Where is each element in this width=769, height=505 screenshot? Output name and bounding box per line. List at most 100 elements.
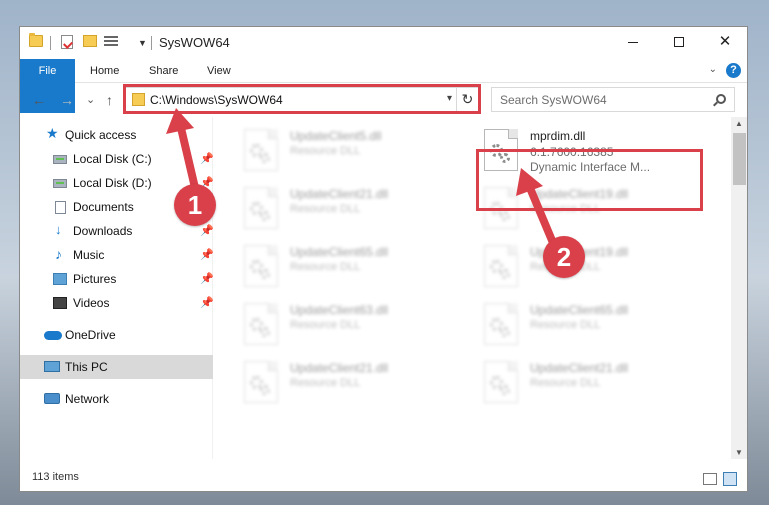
close-button[interactable]: ✕ <box>702 27 747 59</box>
file-name: mprdim.dll <box>530 129 586 143</box>
dll-file-icon <box>244 245 278 287</box>
file-name: UpdateClient21.dll <box>530 361 629 375</box>
vertical-scrollbar[interactable]: ▲ ▼ <box>731 117 747 459</box>
step-badge-2: 2 <box>543 236 585 278</box>
scroll-down-icon[interactable]: ▼ <box>735 448 743 457</box>
sidebar-item-label: Local Disk (D:) <box>73 176 152 190</box>
properties-icon[interactable] <box>61 35 73 49</box>
file-name: UpdateClient65.dll <box>530 303 629 317</box>
tab-share[interactable]: Share <box>149 59 178 83</box>
sidebar-item-network[interactable]: Network <box>20 387 213 411</box>
file-name: UpdateClient21.dll <box>290 361 389 375</box>
sidebar-item-this-pc[interactable]: This PC <box>20 355 213 379</box>
pictures-icon <box>53 273 67 285</box>
maximize-icon <box>674 37 684 48</box>
back-button[interactable]: ← <box>32 92 46 108</box>
file-item[interactable]: UpdateClient21.dll Resource DLL <box>478 357 708 411</box>
tab-view[interactable]: View <box>207 59 231 83</box>
new-folder-icon[interactable] <box>83 35 97 47</box>
sidebar-item-local-disk-c[interactable]: Local Disk (C:) 📌 <box>20 147 214 171</box>
sidebar-item-label: OneDrive <box>65 328 116 342</box>
sidebar-item-label: Videos <box>73 296 110 310</box>
title-bar: ▼ SysWOW64 ✕ <box>20 27 747 59</box>
window-title: SysWOW64 <box>159 35 230 50</box>
title-separator <box>50 36 51 50</box>
file-type: Resource DLL <box>290 377 361 389</box>
file-list: UpdateClient5.dll Resource DLL mprdim.dl… <box>214 117 731 459</box>
details-view-icon[interactable] <box>703 473 717 485</box>
file-highlight-box <box>476 149 703 211</box>
tab-home[interactable]: Home <box>90 59 119 83</box>
sidebar-item-label: Network <box>65 392 110 406</box>
scrollbar-thumb[interactable] <box>733 133 746 185</box>
step-badge-1: 1 <box>174 184 216 226</box>
cloud-icon <box>44 331 62 340</box>
file-name: UpdateClient21.dll <box>290 187 389 201</box>
network-icon <box>44 393 60 404</box>
file-item[interactable]: UpdateClient19.dll Resource DLL <box>478 241 708 295</box>
sidebar-item-pictures[interactable]: Pictures 📌 <box>20 267 214 291</box>
sidebar-item-videos[interactable]: Videos 📌 <box>20 291 214 315</box>
file-name: UpdateClient63.dll <box>290 303 389 317</box>
music-icon: ♪ <box>55 246 62 262</box>
sidebar-item-label: Documents <box>73 200 134 214</box>
file-item[interactable]: UpdateClient21.dll Resource DLL <box>238 183 468 237</box>
search-icon[interactable] <box>716 94 726 104</box>
dll-file-icon <box>244 129 278 171</box>
sidebar-item-label: Local Disk (C:) <box>73 152 152 166</box>
pin-icon[interactable]: 📌 <box>200 296 214 309</box>
title-separator <box>151 36 152 50</box>
search-placeholder: Search SysWOW64 <box>500 93 607 107</box>
file-type: Resource DLL <box>290 203 361 215</box>
file-item[interactable]: UpdateClient65.dll Resource DLL <box>238 241 468 295</box>
file-type: Resource DLL <box>290 261 361 273</box>
expand-ribbon-chevron-icon[interactable]: ⌄ <box>709 64 717 75</box>
close-icon: ✕ <box>718 33 732 50</box>
sidebar-item-quick-access[interactable]: ★ Quick access <box>20 123 213 147</box>
sidebar-item-music[interactable]: ♪ Music 📌 <box>20 243 214 267</box>
file-type: Resource DLL <box>290 145 361 157</box>
file-name: UpdateClient65.dll <box>290 245 389 259</box>
documents-icon <box>55 201 66 214</box>
help-icon[interactable]: ? <box>726 63 741 78</box>
ribbon-tabs: File Home Share View ⌄ ? <box>20 59 747 113</box>
forward-button[interactable]: → <box>60 92 74 108</box>
file-item[interactable]: UpdateClient63.dll Resource DLL <box>238 299 468 353</box>
scroll-up-icon[interactable]: ▲ <box>735 119 743 128</box>
disk-icon <box>53 155 67 164</box>
navigation-pane: ★ Quick access Local Disk (C:) 📌 Local D… <box>20 117 214 459</box>
file-item[interactable]: UpdateClient5.dll Resource DLL <box>238 125 468 179</box>
sidebar-item-onedrive[interactable]: OneDrive <box>20 323 213 347</box>
pin-icon[interactable]: 📌 <box>200 224 214 237</box>
dll-file-icon <box>244 187 278 229</box>
file-name: UpdateClient5.dll <box>290 129 382 143</box>
explorer-window: ▼ SysWOW64 ✕ File Home Share View ⌄ ? ← … <box>19 26 748 492</box>
sidebar-item-label: This PC <box>65 360 108 374</box>
dll-file-icon <box>244 361 278 403</box>
dll-file-icon <box>484 303 518 345</box>
star-icon: ★ <box>46 125 59 141</box>
maximize-button[interactable] <box>656 27 702 59</box>
pin-icon[interactable]: 📌 <box>200 248 214 261</box>
status-bar: 113 items <box>20 465 747 491</box>
file-item[interactable]: UpdateClient21.dll Resource DLL <box>238 357 468 411</box>
file-item[interactable]: UpdateClient65.dll Resource DLL <box>478 299 708 353</box>
pin-icon[interactable]: 📌 <box>200 272 214 285</box>
minimize-button[interactable] <box>610 27 656 59</box>
file-type: Resource DLL <box>530 377 601 389</box>
address-highlight-box <box>123 84 481 114</box>
large-icons-view-icon[interactable] <box>723 472 737 486</box>
up-button[interactable]: ↑ <box>106 92 113 108</box>
customize-toolbar-chevron-icon[interactable]: ▼ <box>138 38 147 48</box>
sidebar-item-label: Quick access <box>65 128 137 142</box>
download-icon: ↓ <box>55 222 62 237</box>
videos-icon <box>53 297 67 309</box>
search-input[interactable]: Search SysWOW64 <box>491 87 735 112</box>
minimize-icon <box>628 41 638 43</box>
pin-icon[interactable]: 📌 <box>200 152 214 165</box>
file-type: Resource DLL <box>530 319 601 331</box>
navigation-bar: ← → ⌄ ↑ C:\Windows\SysWOW64 ▾ ↻ Search S… <box>20 83 747 117</box>
pc-icon <box>44 361 60 372</box>
recent-locations-button[interactable]: ⌄ <box>86 93 95 106</box>
quick-access-toolbar-icon[interactable] <box>104 35 118 47</box>
